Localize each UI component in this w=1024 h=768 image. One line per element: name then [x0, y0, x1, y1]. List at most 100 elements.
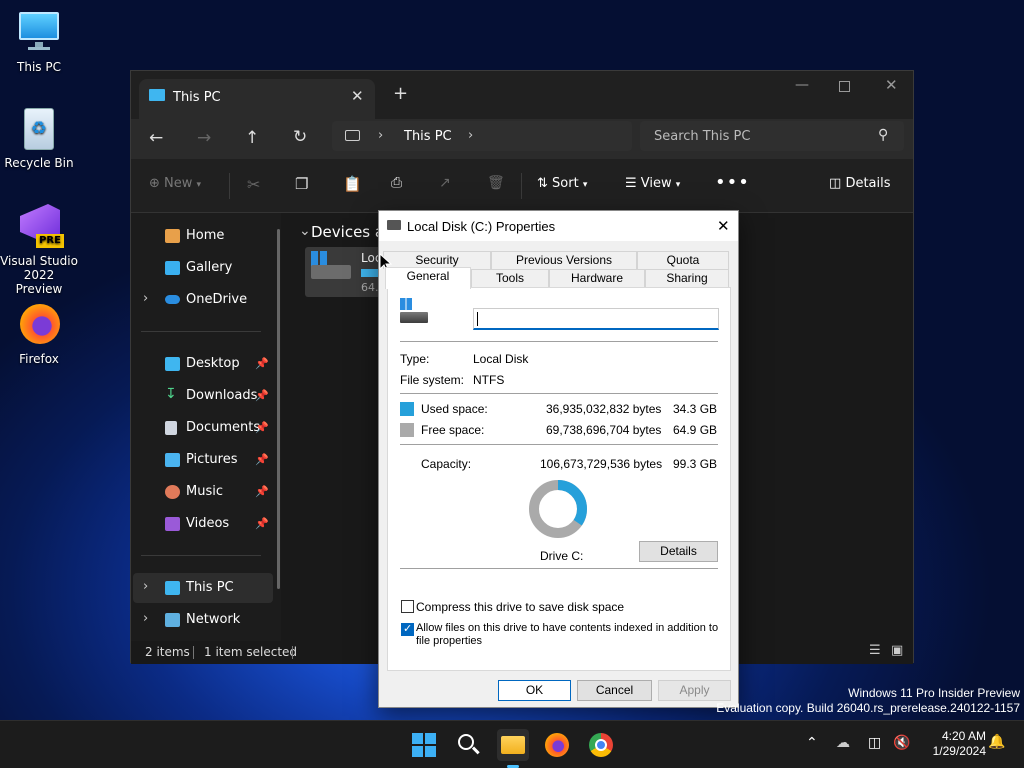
- capacity-label: Capacity:: [421, 457, 472, 471]
- chevron-right-icon[interactable]: ›: [468, 128, 473, 143]
- sort-button[interactable]: ⇅ Sort ▾: [537, 176, 587, 191]
- nav-label: Pictures: [186, 452, 238, 467]
- firefox-taskbar-button[interactable]: [541, 729, 573, 761]
- drive-item[interactable]: Loc 64.: [305, 247, 385, 297]
- chevron-right-icon[interactable]: ›: [143, 579, 148, 594]
- pin-icon[interactable]: 📌: [255, 421, 269, 434]
- plus-circle-icon: ⊕: [149, 176, 160, 191]
- copy-icon[interactable]: ❐: [295, 175, 308, 193]
- details-view-icon[interactable]: ☰: [869, 643, 881, 658]
- nav-item-this-pc[interactable]: › This PC: [133, 573, 273, 603]
- details-pane-button[interactable]: ◫ Details: [829, 176, 891, 191]
- nav-item-home[interactable]: Home: [131, 221, 271, 251]
- desktop-icon-visual-studio[interactable]: PRE Visual Studio 2022 Preview: [0, 204, 78, 296]
- more-options-icon[interactable]: •••: [715, 172, 750, 193]
- maximize-icon[interactable]: [839, 81, 850, 92]
- cancel-button[interactable]: Cancel: [577, 680, 652, 701]
- tab-general[interactable]: General: [385, 267, 471, 289]
- tiles-view-icon[interactable]: ▣: [891, 643, 903, 658]
- nav-item-documents[interactable]: Documents 📌: [131, 413, 271, 443]
- clock[interactable]: 4:20 AM 1/29/2024: [918, 729, 986, 759]
- close-dialog-icon[interactable]: ✕: [717, 217, 730, 235]
- free-space-bytes: 69,738,696,704 bytes: [546, 423, 662, 437]
- desktop-icon-this-pc[interactable]: This PC: [0, 10, 78, 74]
- compress-label: Compress this drive to save disk space: [416, 600, 625, 614]
- search-input[interactable]: Search This PC: [654, 129, 750, 144]
- new-button[interactable]: ⊕ New ▾: [149, 176, 201, 191]
- tab-quota[interactable]: Quota: [637, 251, 729, 269]
- nav-label: Network: [186, 612, 241, 627]
- pin-icon[interactable]: 📌: [255, 453, 269, 466]
- chevron-down-icon[interactable]: ⌄: [299, 223, 311, 239]
- desktop-icon-firefox[interactable]: Firefox: [0, 302, 78, 366]
- nav-item-downloads[interactable]: ↧ Downloads 📌: [131, 381, 271, 411]
- details-label: Details: [845, 176, 891, 191]
- pin-icon[interactable]: 📌: [255, 517, 269, 530]
- chevron-right-icon: ›: [378, 128, 384, 143]
- general-panel: Type: Local Disk File system: NTFS Used …: [387, 287, 731, 671]
- nav-item-network[interactable]: › Network: [131, 605, 271, 635]
- close-tab-icon[interactable]: ✕: [351, 87, 364, 105]
- used-space-swatch: [400, 402, 414, 416]
- volume-muted-icon[interactable]: 🔇: [893, 735, 910, 751]
- notification-bell-icon[interactable]: 🔔: [988, 734, 1005, 750]
- compress-checkbox[interactable]: [401, 600, 414, 613]
- up-icon[interactable]: ↑: [245, 128, 259, 148]
- nav-item-pictures[interactable]: Pictures 📌: [131, 445, 271, 475]
- nav-item-desktop[interactable]: Desktop 📌: [131, 349, 271, 379]
- desktop-icon: [165, 357, 180, 371]
- refresh-icon[interactable]: ↻: [293, 127, 307, 147]
- rename-icon[interactable]: ⎙: [391, 175, 402, 191]
- desktop-icon-label: Firefox: [19, 352, 59, 366]
- index-checkbox[interactable]: ✓: [401, 623, 414, 636]
- start-button[interactable]: [408, 729, 440, 761]
- minimize-icon[interactable]: —: [795, 77, 809, 93]
- drive-icon: [400, 312, 428, 323]
- share-icon[interactable]: ↗: [439, 175, 451, 191]
- forward-icon[interactable]: →: [197, 128, 211, 148]
- tab-sharing[interactable]: Sharing: [645, 269, 729, 287]
- close-window-icon[interactable]: ✕: [885, 76, 898, 94]
- delete-icon[interactable]: 🗑: [487, 175, 505, 191]
- volume-name-input[interactable]: [473, 308, 719, 330]
- nav-item-videos[interactable]: Videos 📌: [131, 509, 271, 539]
- cut-icon[interactable]: ✂: [247, 175, 260, 194]
- view-button[interactable]: ☰ View ▾: [625, 176, 680, 191]
- chrome-icon: [589, 733, 613, 757]
- tab-this-pc[interactable]: This PC ✕: [139, 79, 375, 119]
- new-tab-icon[interactable]: +: [393, 83, 408, 104]
- address-bar[interactable]: › This PC ›: [332, 121, 632, 151]
- network-status-icon[interactable]: ◫: [868, 735, 881, 751]
- free-space-label: Free space:: [421, 423, 485, 437]
- dialog-title-bar: Local Disk (C:) Properties ✕: [379, 211, 738, 241]
- back-icon[interactable]: ←: [149, 128, 163, 148]
- paste-icon[interactable]: 📋: [343, 175, 362, 193]
- tab-tools[interactable]: Tools: [471, 269, 549, 287]
- chevron-right-icon[interactable]: ›: [143, 291, 148, 306]
- chrome-taskbar-button[interactable]: [585, 729, 617, 761]
- tab-previous-versions[interactable]: Previous Versions: [491, 251, 637, 269]
- pin-icon[interactable]: 📌: [255, 485, 269, 498]
- file-explorer-taskbar-button[interactable]: [497, 729, 529, 768]
- pin-icon[interactable]: 📌: [255, 357, 269, 370]
- tab-hardware[interactable]: Hardware: [549, 269, 645, 287]
- index-label-line1: Allow files on this drive to have conten…: [416, 622, 719, 634]
- nav-scrollbar[interactable]: [277, 229, 280, 589]
- desktop-icon-recycle-bin[interactable]: ♻ Recycle Bin: [0, 106, 78, 170]
- drive-icon: [311, 265, 351, 279]
- breadcrumb[interactable]: This PC: [404, 129, 452, 144]
- new-label: New: [164, 176, 193, 191]
- search-box[interactable]: Search This PC ⚲: [640, 121, 904, 151]
- show-hidden-icons-chevron-up-icon[interactable]: ⌃: [806, 735, 818, 751]
- chevron-right-icon[interactable]: ›: [143, 611, 148, 626]
- nav-item-gallery[interactable]: Gallery: [131, 253, 271, 283]
- nav-item-music[interactable]: Music 📌: [131, 477, 271, 507]
- details-button[interactable]: Details: [639, 541, 718, 562]
- type-value: Local Disk: [473, 352, 529, 366]
- ok-button[interactable]: OK: [498, 680, 571, 701]
- onedrive-status-icon[interactable]: ☁: [836, 735, 850, 751]
- search-button[interactable]: [452, 729, 484, 761]
- nav-item-onedrive[interactable]: › OneDrive: [131, 285, 271, 315]
- details-pane-icon: ◫: [829, 176, 842, 191]
- pin-icon[interactable]: 📌: [255, 389, 269, 402]
